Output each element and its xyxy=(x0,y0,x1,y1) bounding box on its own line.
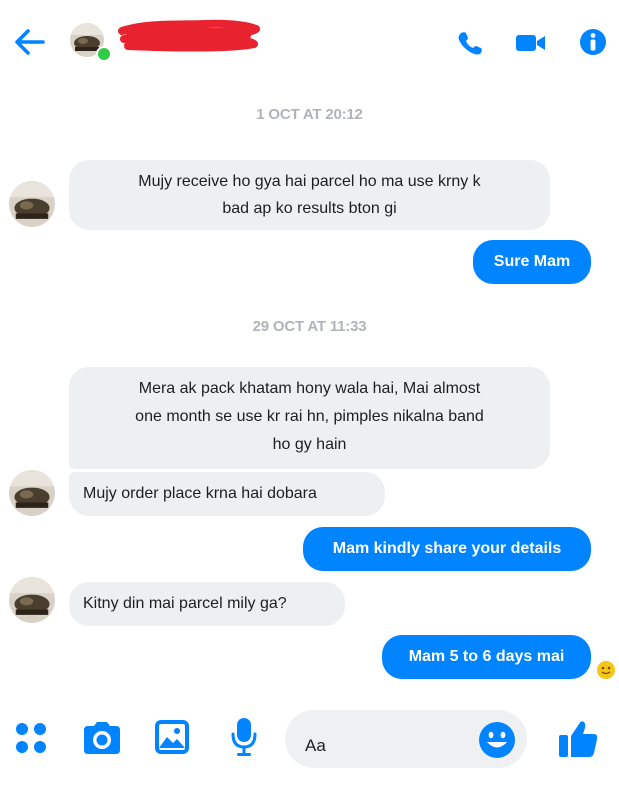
seen-indicator-avatar xyxy=(596,660,616,680)
more-actions-button[interactable] xyxy=(14,721,48,755)
message-text-line: Mujy receive ho gya hai parcel ho ma use… xyxy=(138,173,481,190)
like-button[interactable] xyxy=(557,716,601,760)
info-icon xyxy=(580,29,606,55)
timestamp: 29 OCT AT 11:33 xyxy=(252,318,367,335)
message-text-line: bad ap ko results bton gi xyxy=(222,200,397,217)
grid-menu-icon xyxy=(16,723,46,753)
gallery-button[interactable] xyxy=(153,718,191,756)
image-icon xyxy=(155,720,189,754)
camera-icon xyxy=(84,722,120,754)
sender-avatar[interactable] xyxy=(9,577,55,623)
message-input[interactable] xyxy=(305,734,455,758)
online-status-dot xyxy=(96,46,112,62)
emoji-button[interactable] xyxy=(477,720,517,760)
emoji-icon xyxy=(479,722,515,758)
outgoing-message[interactable]: Sure Mam xyxy=(473,240,591,284)
message-text-line: ho gy hain xyxy=(272,436,347,453)
outgoing-message[interactable]: Mam kindly share your details xyxy=(303,527,591,571)
video-call-button[interactable] xyxy=(514,29,545,57)
contact-name-redacted xyxy=(116,19,262,53)
arrow-left-icon xyxy=(15,29,45,55)
timestamp: 1 OCT AT 20:12 xyxy=(256,106,363,123)
sender-avatar[interactable] xyxy=(9,181,55,227)
video-camera-icon xyxy=(516,35,545,51)
incoming-message[interactable]: Kitny din mai parcel mily ga? xyxy=(69,582,345,626)
camera-button[interactable] xyxy=(80,720,124,756)
outgoing-message[interactable]: Mam 5 to 6 days mai xyxy=(382,635,591,679)
message-text-line: one month se use kr rai hn, pimples nika… xyxy=(135,408,484,425)
phone-icon xyxy=(458,32,482,55)
voice-call-button[interactable] xyxy=(455,29,485,57)
incoming-message[interactable]: Mujy order place krna hai dobara xyxy=(69,472,385,516)
voice-message-button[interactable] xyxy=(230,716,258,758)
incoming-message[interactable]: Mera ak pack khatam hony wala hai, Mai a… xyxy=(69,367,550,469)
incoming-message[interactable]: Mujy receive ho gya hai parcel ho ma use… xyxy=(69,160,550,230)
message-text-line: Mera ak pack khatam hony wala hai, Mai a… xyxy=(138,380,481,397)
conversation-info-button[interactable] xyxy=(578,27,608,55)
sender-avatar[interactable] xyxy=(9,470,55,516)
back-button[interactable] xyxy=(12,27,46,57)
thumbs-up-icon xyxy=(559,721,598,757)
microphone-icon xyxy=(231,718,257,756)
